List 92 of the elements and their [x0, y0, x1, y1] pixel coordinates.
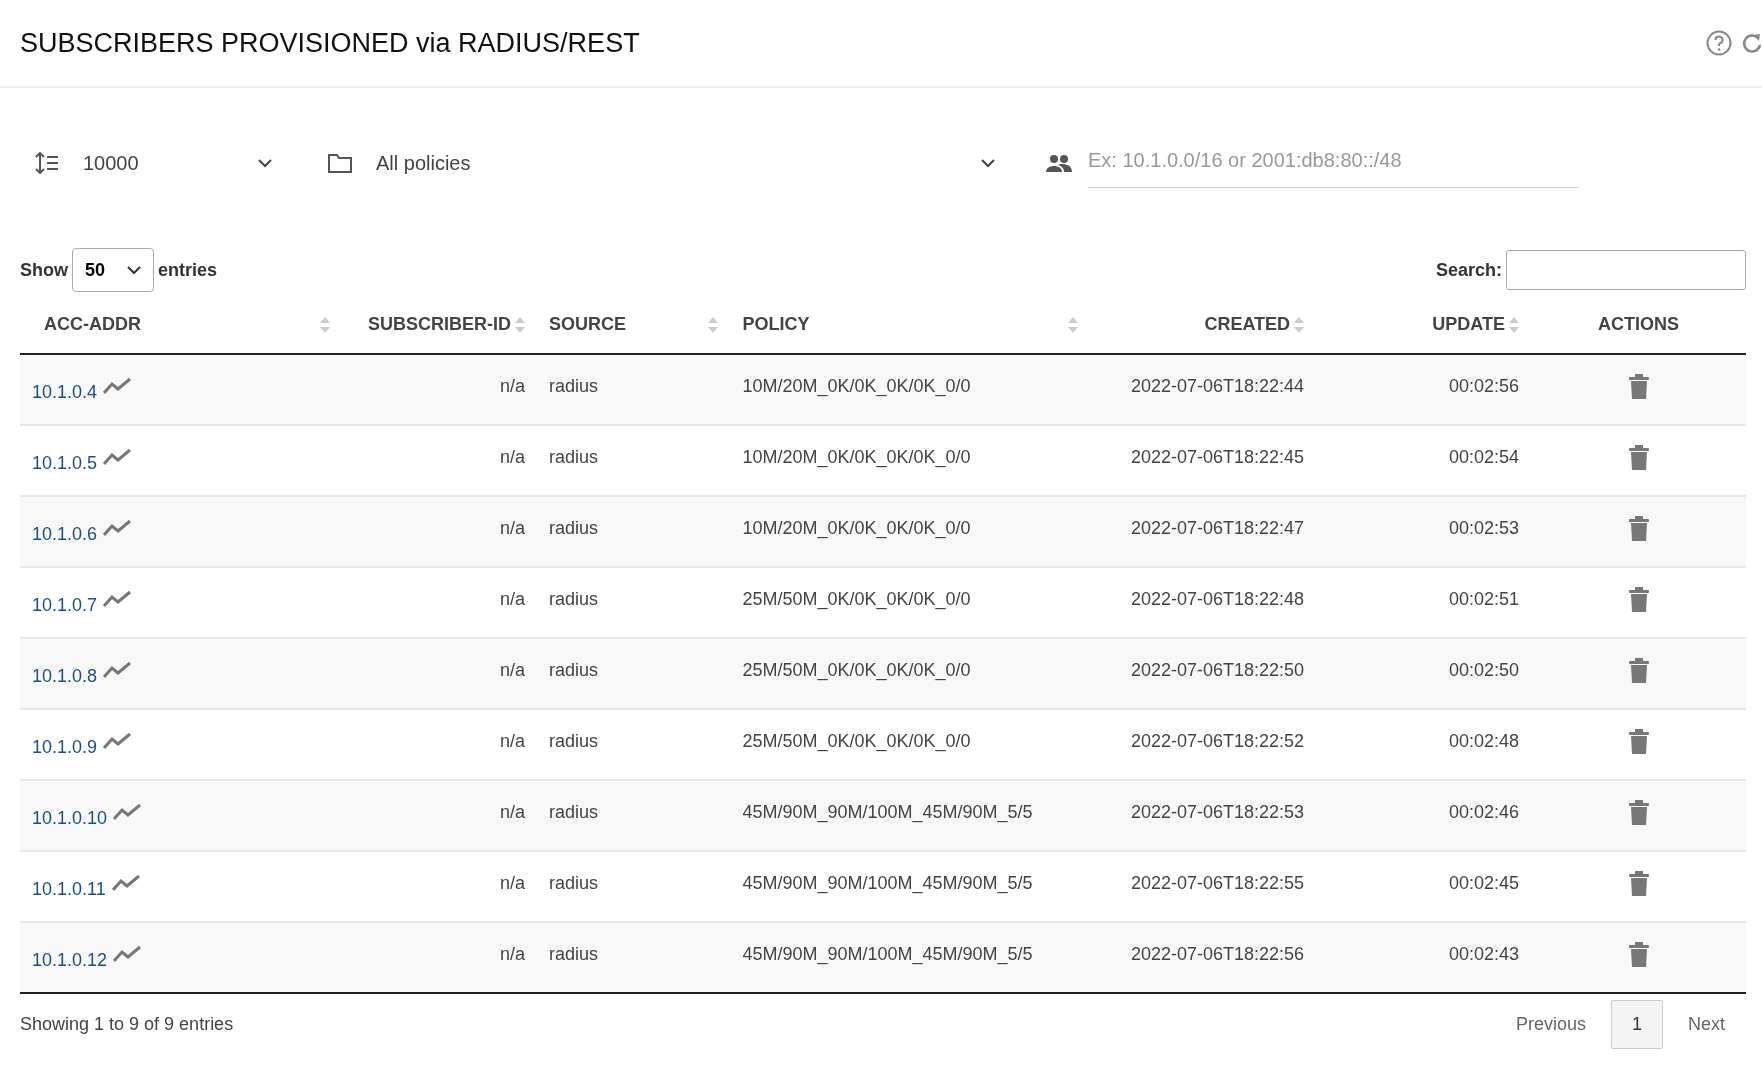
- table-cell: 10M/20M_0K/0K_0K/0K_0/0: [742, 447, 971, 467]
- trend-icon: [111, 874, 140, 892]
- address-link[interactable]: 10.1.0.10: [32, 805, 108, 832]
- limit-dropdown[interactable]: 10000: [83, 148, 273, 178]
- trash-icon[interactable]: [1628, 729, 1649, 756]
- table-cell: 2022-07-06T18:22:45: [1130, 447, 1305, 467]
- folder-icon: [328, 153, 352, 173]
- address-link[interactable]: 10.1.0.12: [32, 947, 108, 974]
- search-field[interactable]: [1506, 250, 1746, 290]
- address-link[interactable]: 10.1.0.9: [32, 734, 98, 761]
- table-cell: 2022-07-06T18:22:55: [1130, 873, 1305, 893]
- table-cell: 00:02:50: [1448, 660, 1519, 680]
- table-cell: radius: [548, 376, 598, 396]
- table-cell: 10M/20M_0K/0K_0K/0K_0/0: [742, 518, 971, 538]
- address-link[interactable]: 10.1.0.11: [32, 876, 106, 903]
- table-cell: 25M/50M_0K/0K_0K/0K_0/0: [742, 660, 971, 680]
- table-cell: radius: [548, 944, 598, 964]
- table-cell: radius: [548, 731, 598, 751]
- trend-icon: [113, 945, 142, 963]
- trend-icon: [103, 732, 132, 750]
- address-link[interactable]: 10.1.0.7: [32, 592, 98, 619]
- trend-icon: [113, 803, 142, 821]
- show-label: Show: [20, 258, 68, 282]
- table-cell: 10M/20M_0K/0K_0K/0K_0/0: [742, 376, 971, 396]
- refresh-icon[interactable]: [1740, 31, 1762, 55]
- page-title: SUBSCRIBERS PROVISIONED via RADIUS/REST: [20, 26, 640, 60]
- address-link[interactable]: 10.1.0.8: [32, 663, 98, 690]
- address-link[interactable]: 10.1.0.5: [32, 450, 98, 477]
- table-cell: 00:02:51: [1448, 589, 1519, 609]
- address-link[interactable]: 10.1.0.6: [32, 521, 98, 548]
- trash-icon[interactable]: [1628, 374, 1649, 401]
- pagination-link[interactable]: Next: [1667, 1000, 1746, 1049]
- table-cell: 2022-07-06T18:22:44: [1130, 376, 1305, 396]
- table-cell: n/a: [499, 660, 525, 680]
- page-size-select[interactable]: 50: [72, 248, 154, 292]
- trash-icon[interactable]: [1628, 800, 1649, 827]
- trash-icon[interactable]: [1628, 445, 1649, 472]
- table-cell: n/a: [499, 731, 525, 751]
- table-cell: 00:02:43: [1448, 944, 1519, 964]
- trash-icon[interactable]: [1628, 942, 1649, 969]
- table-cell: radius: [548, 589, 598, 609]
- table-cell: 00:02:45: [1448, 873, 1519, 893]
- table-cell: 2022-07-06T18:22:47: [1130, 518, 1305, 538]
- trend-icon: [103, 590, 132, 608]
- pagination-link[interactable]: 1: [1610, 1000, 1663, 1049]
- table-cell: 25M/50M_0K/0K_0K/0K_0/0: [742, 731, 971, 751]
- trend-icon: [103, 377, 132, 395]
- table-cell: 00:02:54: [1448, 447, 1519, 467]
- trend-icon: [103, 448, 132, 466]
- table-cell: n/a: [499, 802, 525, 822]
- chevron-down-icon: [980, 158, 996, 168]
- policy-dropdown[interactable]: All policies: [376, 148, 996, 178]
- table-cell: 00:02:53: [1448, 518, 1519, 538]
- table-cell: 45M/90M_90M/100M_45M/90M_5/5: [742, 802, 1033, 822]
- trash-icon[interactable]: [1628, 587, 1649, 614]
- table-cell: radius: [548, 518, 598, 538]
- table-cell: n/a: [499, 518, 525, 538]
- search-label: Search:: [1435, 258, 1502, 282]
- chevron-down-icon: [127, 265, 141, 275]
- help-icon[interactable]: [1706, 30, 1732, 56]
- table-cell: 2022-07-06T18:22:48: [1130, 589, 1305, 609]
- trash-icon[interactable]: [1628, 658, 1649, 685]
- table-cell: 25M/50M_0K/0K_0K/0K_0/0: [742, 589, 971, 609]
- entries-info: Showing 1 to 9 of 9 entries: [20, 1013, 234, 1036]
- table-cell: n/a: [499, 589, 525, 609]
- pagination-link[interactable]: Previous: [1494, 1000, 1607, 1049]
- users-icon: [1046, 154, 1072, 172]
- table-cell: 45M/90M_90M/100M_45M/90M_5/5: [742, 873, 1033, 893]
- table-cell: n/a: [499, 944, 525, 964]
- table-cell: 00:02:48: [1448, 731, 1519, 751]
- trend-icon: [103, 661, 132, 679]
- trash-icon[interactable]: [1628, 871, 1649, 898]
- table-cell: 00:02:56: [1448, 376, 1519, 396]
- trend-icon: [103, 519, 132, 537]
- table-cell: n/a: [499, 873, 525, 893]
- table-cell: radius: [548, 802, 598, 822]
- table-cell: 00:02:46: [1448, 802, 1519, 822]
- table-cell: radius: [548, 660, 598, 680]
- address-link[interactable]: 10.1.0.4: [32, 379, 98, 406]
- table-cell: radius: [548, 447, 598, 467]
- table-cell: n/a: [499, 376, 525, 396]
- table-cell: 2022-07-06T18:22:53: [1130, 802, 1305, 822]
- table-cell: radius: [548, 873, 598, 893]
- table-cell: n/a: [499, 447, 525, 467]
- trash-icon[interactable]: [1628, 516, 1649, 543]
- table-cell: 2022-07-06T18:22:50: [1130, 660, 1305, 680]
- chevron-down-icon: [257, 158, 273, 168]
- table-cell: 45M/90M_90M/100M_45M/90M_5/5: [742, 944, 1033, 964]
- table-cell: 2022-07-06T18:22:52: [1130, 731, 1305, 751]
- entries-label: entries: [158, 258, 218, 282]
- sort-list-icon: [35, 152, 59, 174]
- table-cell: 2022-07-06T18:22:56: [1130, 944, 1305, 964]
